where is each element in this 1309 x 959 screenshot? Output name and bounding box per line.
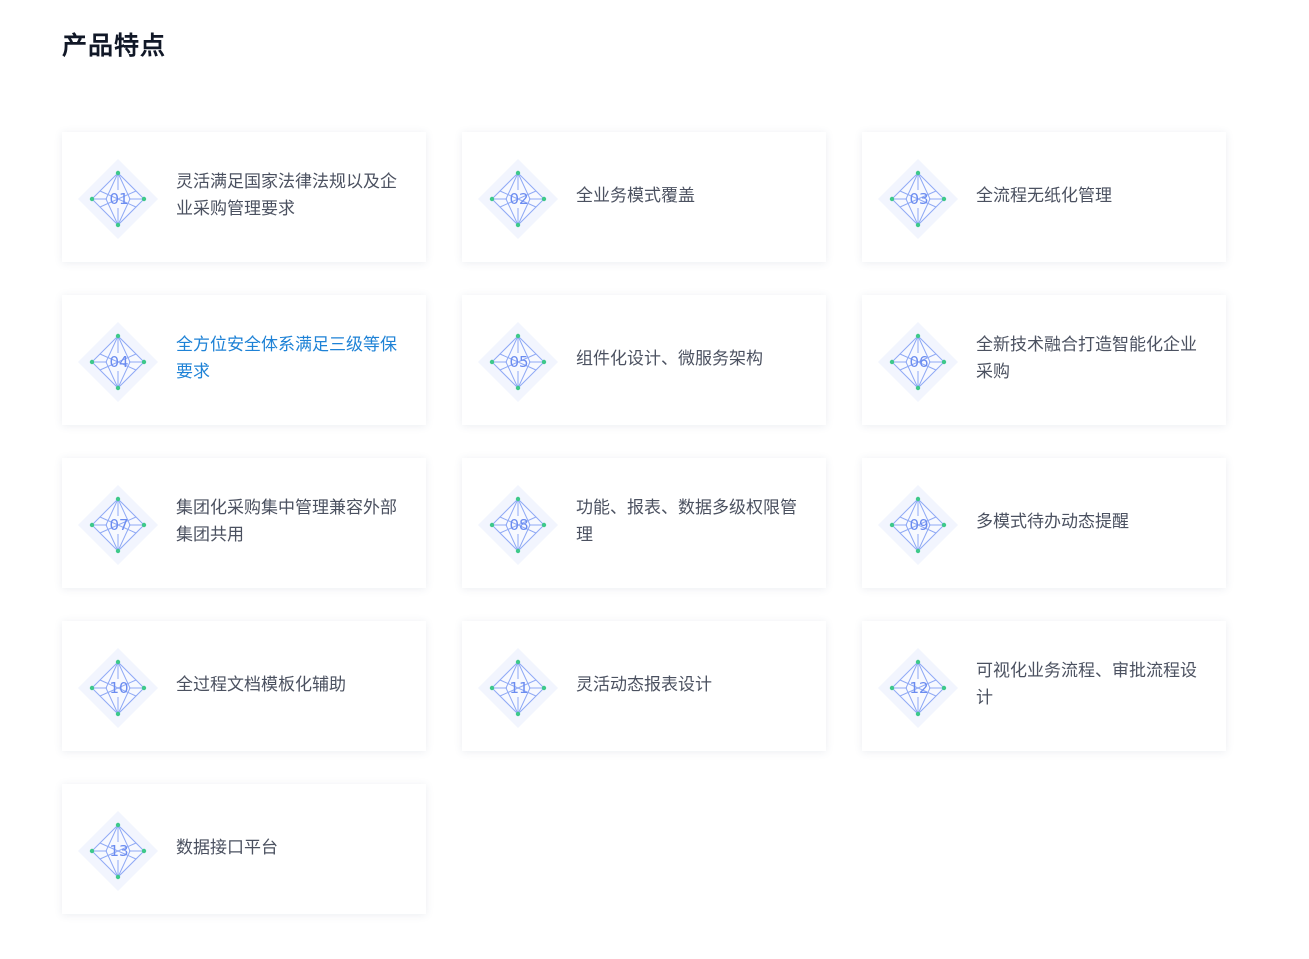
feature-card-04[interactable]: 04 全方位安全体系满足三级等保要求 (62, 295, 426, 425)
feature-number: 12 (909, 679, 929, 697)
diamond-network-icon: 02 (476, 157, 560, 241)
feature-number: 09 (909, 516, 929, 534)
feature-card-06[interactable]: 06 全新技术融合打造智能化企业采购 (862, 295, 1226, 425)
feature-card-12[interactable]: 12 可视化业务流程、审批流程设计 (862, 621, 1226, 751)
feature-number: 01 (109, 190, 129, 208)
feature-card-02[interactable]: 02 全业务模式覆盖 (462, 132, 826, 262)
feature-card-05[interactable]: 05 组件化设计、微服务架构 (462, 295, 826, 425)
diamond-network-icon: 11 (476, 646, 560, 730)
diamond-network-icon: 07 (76, 483, 160, 567)
feature-number: 10 (109, 679, 129, 697)
feature-number: 08 (509, 516, 529, 534)
feature-text: 全流程无纸化管理 (976, 185, 1112, 206)
diamond-network-icon: 06 (876, 320, 960, 404)
diamond-network-icon: 01 (76, 157, 160, 241)
feature-grid: 01 灵活满足国家法律法规以及企业采购管理要求 02 全业务模式覆盖 03 全流… (62, 132, 1226, 914)
feature-number: 13 (109, 842, 129, 860)
feature-card-01[interactable]: 01 灵活满足国家法律法规以及企业采购管理要求 (62, 132, 426, 262)
section-title: 产品特点 (62, 31, 167, 60)
feature-text: 数据接口平台 (176, 837, 278, 858)
feature-text: 全过程文档模板化辅助 (176, 674, 346, 695)
feature-card-10[interactable]: 10 全过程文档模板化辅助 (62, 621, 426, 751)
feature-text: 灵活满足国家法律法规以及企业采购管理要求 (176, 172, 397, 219)
diamond-network-icon: 12 (876, 646, 960, 730)
feature-number: 07 (109, 516, 129, 534)
feature-text: 全业务模式覆盖 (576, 185, 695, 206)
feature-text: 灵活动态报表设计 (576, 674, 712, 695)
diamond-network-icon: 04 (76, 320, 160, 404)
feature-text: 集团化采购集中管理兼容外部集团共用 (176, 498, 397, 545)
feature-text: 组件化设计、微服务架构 (576, 348, 763, 369)
feature-text: 可视化业务流程、审批流程设计 (976, 661, 1197, 708)
feature-card-08[interactable]: 08 功能、报表、数据多级权限管理 (462, 458, 826, 588)
feature-card-03[interactable]: 03 全流程无纸化管理 (862, 132, 1226, 262)
diamond-network-icon: 05 (476, 320, 560, 404)
feature-number: 11 (509, 679, 529, 697)
diamond-network-icon: 03 (876, 157, 960, 241)
diamond-network-icon: 09 (876, 483, 960, 567)
feature-text: 全新技术融合打造智能化企业采购 (976, 335, 1197, 382)
feature-card-07[interactable]: 07 集团化采购集中管理兼容外部集团共用 (62, 458, 426, 588)
diamond-network-icon: 10 (76, 646, 160, 730)
diamond-network-icon: 08 (476, 483, 560, 567)
feature-card-09[interactable]: 09 多模式待办动态提醒 (862, 458, 1226, 588)
diamond-network-icon: 13 (76, 809, 160, 893)
feature-card-11[interactable]: 11 灵活动态报表设计 (462, 621, 826, 751)
feature-text: 全方位安全体系满足三级等保要求 (176, 335, 397, 382)
feature-text: 功能、报表、数据多级权限管理 (576, 498, 797, 545)
feature-number: 02 (509, 190, 529, 208)
feature-number: 06 (909, 353, 929, 371)
feature-card-13[interactable]: 13 数据接口平台 (62, 784, 426, 914)
feature-number: 04 (109, 353, 129, 371)
feature-number: 03 (909, 190, 929, 208)
feature-number: 05 (509, 353, 529, 371)
page: 产品特点 01 灵活满足国家法律法规以及企业采购管理要求 02 全业务模式覆盖 … (0, 0, 1309, 959)
feature-text: 多模式待办动态提醒 (976, 511, 1129, 532)
